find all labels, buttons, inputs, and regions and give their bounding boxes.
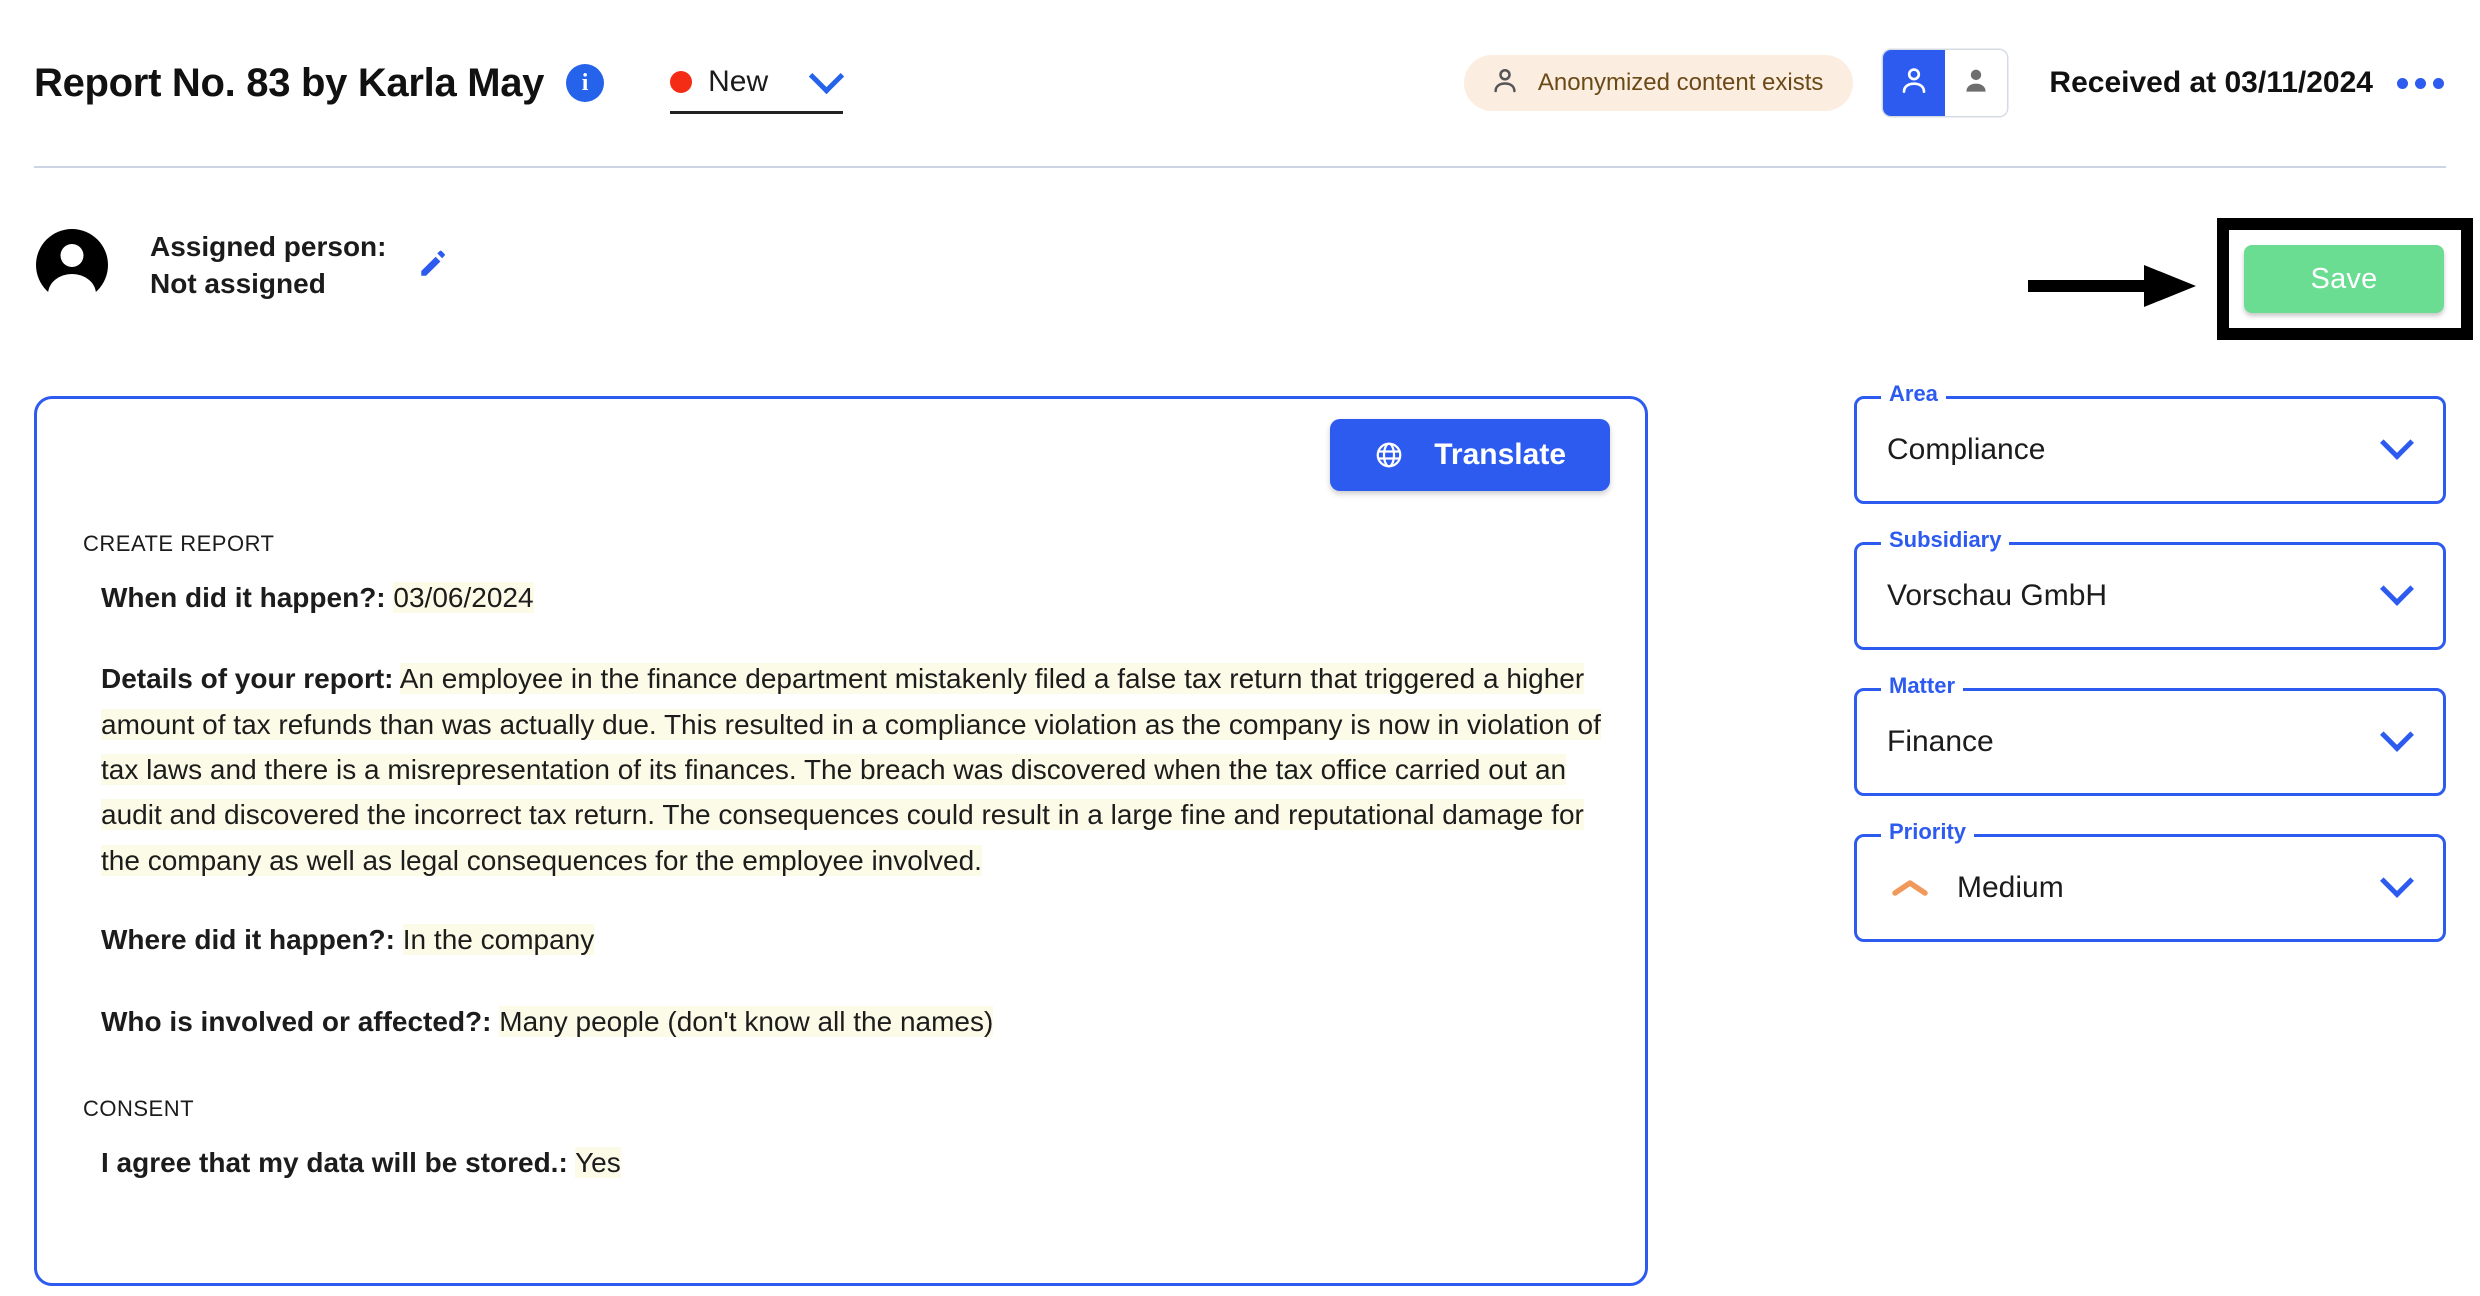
person-filled-icon bbox=[1960, 64, 1992, 103]
person-outline-icon bbox=[1898, 64, 1930, 103]
more-options-icon[interactable] bbox=[2395, 70, 2446, 97]
toggle-anonymized-view[interactable] bbox=[1883, 50, 1946, 116]
translate-button[interactable]: Translate bbox=[1330, 419, 1610, 491]
report-question: I agree that my data will be stored.: bbox=[101, 1146, 568, 1178]
header-divider bbox=[34, 166, 2446, 168]
matter-label: Matter bbox=[1881, 675, 1964, 697]
person-outline-icon bbox=[1490, 65, 1520, 102]
report-body: CREATE REPORT When did it happen?: 03/06… bbox=[83, 531, 1609, 1185]
chevron-down-icon bbox=[2380, 717, 2414, 752]
page-header: Report No. 83 by Karla May i New Anonymi… bbox=[0, 0, 2480, 168]
report-item: When did it happen?: 03/06/2024 bbox=[101, 575, 1609, 620]
area-label: Area bbox=[1881, 383, 1946, 405]
status-label: New bbox=[708, 64, 769, 98]
area-value: Compliance bbox=[1887, 433, 2046, 466]
report-question: Who is involved or affected?: bbox=[101, 1005, 492, 1037]
priority-select[interactable]: Priority Medium bbox=[1854, 821, 2446, 942]
assigned-person-value: Not assigned bbox=[150, 268, 326, 300]
chevron-down-icon bbox=[808, 58, 845, 95]
assigned-person-row: Assigned person: Not assigned bbox=[36, 228, 454, 302]
area-select[interactable]: Area Compliance bbox=[1854, 383, 2446, 504]
edit-assignee-button[interactable] bbox=[414, 245, 454, 285]
report-answer: Yes bbox=[575, 1146, 621, 1178]
section-caption-consent: CONSENT bbox=[83, 1095, 195, 1121]
section-caption-create-report: CREATE REPORT bbox=[83, 531, 275, 556]
report-item: Details of your report: An employee in t… bbox=[101, 656, 1609, 883]
matter-select[interactable]: Matter Finance bbox=[1854, 675, 2446, 796]
globe-icon bbox=[1374, 440, 1404, 470]
chevron-down-icon bbox=[2380, 571, 2414, 606]
arrow-right-annotation bbox=[2028, 265, 2196, 307]
report-answer: In the company bbox=[402, 924, 595, 956]
received-date: Received at 03/11/2024 bbox=[2049, 66, 2373, 99]
subsidiary-select[interactable]: Subsidiary Vorschau GmbH bbox=[1854, 529, 2446, 650]
matter-value: Finance bbox=[1887, 725, 1994, 758]
report-question: Details of your report: bbox=[101, 663, 394, 695]
report-item: I agree that my data will be stored.: Ye… bbox=[101, 1140, 1609, 1185]
status-dot-icon bbox=[670, 70, 693, 93]
report-item: Where did it happen?: In the company bbox=[101, 917, 1609, 962]
report-metadata-form: Area Compliance Subsidiary Vorschau GmbH… bbox=[1854, 383, 2446, 942]
subsidiary-value: Vorschau GmbH bbox=[1887, 579, 2108, 612]
report-question: Where did it happen?: bbox=[101, 924, 395, 956]
status-dropdown[interactable]: New bbox=[670, 58, 845, 114]
info-icon[interactable]: i bbox=[566, 64, 605, 102]
page-title: Report No. 83 by Karla May bbox=[34, 60, 545, 105]
anonymized-badge-label: Anonymized content exists bbox=[1537, 69, 1824, 96]
anonymized-content-badge: Anonymized content exists bbox=[1463, 55, 1854, 111]
report-item: Who is involved or affected?: Many peopl… bbox=[101, 999, 1609, 1044]
save-button[interactable]: Save bbox=[2244, 245, 2444, 313]
report-answer: 03/06/2024 bbox=[393, 582, 534, 613]
subsidiary-label: Subsidiary bbox=[1881, 529, 2010, 551]
pencil-icon bbox=[416, 245, 452, 286]
priority-label: Priority bbox=[1881, 821, 1975, 843]
avatar bbox=[36, 229, 108, 302]
toggle-identified-view[interactable] bbox=[1945, 50, 2008, 116]
assigned-person-text: Assigned person: Not assigned bbox=[150, 228, 386, 302]
priority-value: Medium bbox=[1957, 871, 2064, 904]
chevron-down-icon bbox=[2380, 425, 2414, 460]
priority-medium-chevron-icon bbox=[1887, 875, 1933, 901]
identity-view-toggle[interactable] bbox=[1883, 50, 2008, 116]
header-content: Report No. 83 by Karla May i New Anonymi… bbox=[34, 0, 2446, 166]
assigned-person-label: Assigned person: bbox=[150, 231, 387, 262]
report-content-card: Translate CREATE REPORT When did it happ… bbox=[34, 396, 1648, 1286]
report-question: When did it happen?: bbox=[101, 582, 386, 613]
translate-button-label: Translate bbox=[1434, 438, 1566, 471]
chevron-down-icon bbox=[2380, 863, 2414, 898]
report-answer: Many people (don't know all the names) bbox=[499, 1005, 994, 1037]
report-answer: An employee in the finance department mi… bbox=[101, 663, 1601, 876]
